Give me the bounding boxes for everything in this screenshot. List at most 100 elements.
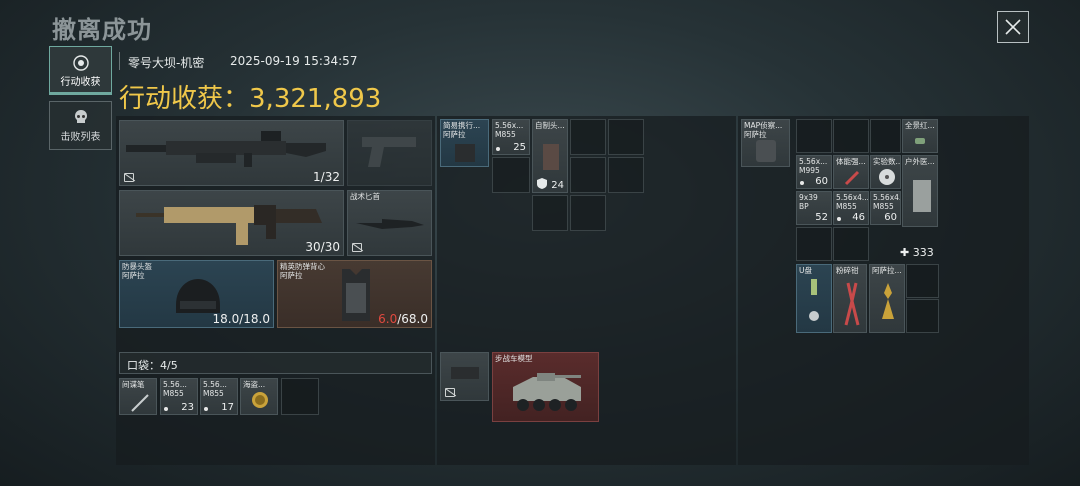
pen-icon — [131, 394, 149, 412]
item-label: 5.56x4...M855 — [873, 193, 900, 211]
usb-icon — [811, 279, 817, 295]
ifv-model-icon — [513, 373, 581, 411]
backpack-item[interactable]: MAP侦察... 阿萨拉 — [741, 119, 790, 167]
item-count: 46 — [852, 212, 865, 223]
item-label: 简易携行... 阿萨拉 — [443, 121, 481, 139]
item-count: 17 — [221, 402, 234, 413]
tab-label: 击败列表 — [60, 132, 101, 143]
item-label: 体能强... — [836, 157, 866, 166]
backpack-slot[interactable] — [440, 352, 489, 401]
disc-icon — [879, 169, 895, 185]
close-button[interactable] — [997, 11, 1029, 43]
scope-icon — [915, 138, 925, 144]
medkit-icon — [913, 180, 931, 212]
empty-slot[interactable] — [570, 195, 606, 231]
empty-slot[interactable] — [570, 157, 606, 193]
coin-icon — [252, 392, 268, 408]
item-label: 防暴头盔 阿萨拉 — [122, 262, 152, 280]
backpack-item[interactable]: 9x39 BP 52 — [796, 191, 832, 225]
empty-slot[interactable] — [833, 227, 869, 261]
backpack-capacity: ✚ 333 — [900, 246, 934, 259]
tab-kill-list[interactable]: 击败列表 — [49, 101, 112, 150]
armor-durability: 6.0/68.0 — [378, 312, 428, 326]
backpack-item[interactable]: 粉碎钳 — [833, 264, 867, 333]
backpack-item[interactable]: 步战车模型 — [492, 352, 599, 422]
item-label: 步战车模型 — [495, 354, 533, 363]
item-label: 全景红... — [905, 121, 935, 130]
backpack-item[interactable]: U盘 — [796, 264, 832, 333]
syringe-icon — [844, 170, 860, 186]
backpack-item[interactable]: 5.56x4...M85560 — [870, 191, 901, 225]
rig-icon — [455, 144, 475, 162]
pocket-header: 口袋：4/5 — [119, 352, 432, 374]
empty-slot[interactable] — [608, 119, 644, 155]
ammo-dot-icon — [204, 407, 208, 411]
backpack-item[interactable]: 户外医... — [902, 155, 938, 227]
close-icon — [1005, 19, 1021, 35]
empty-slot[interactable] — [833, 119, 869, 153]
pistol-slot[interactable] — [347, 120, 432, 186]
haul-value: 3,321,893 — [249, 84, 382, 114]
helmet-slot[interactable]: 防暴头盔 阿萨拉 18.0/18.0 — [119, 260, 274, 328]
item-label: 户外医... — [905, 157, 935, 166]
item-count: 25 — [513, 142, 526, 153]
secondary-ammo: 30/30 — [305, 240, 340, 254]
item-label: 阿萨拉... — [872, 266, 902, 275]
melee-slot[interactable]: 战术匕首 — [347, 190, 432, 256]
backpack-item[interactable]: 体能强... — [833, 155, 869, 189]
empty-slot[interactable] — [906, 299, 939, 333]
backpack-item[interactable]: 实验数... — [870, 155, 901, 189]
pocket-item[interactable]: 间谍笔 — [119, 378, 157, 415]
map-name: 零号大坝-机密 — [128, 56, 205, 70]
bag-icon — [543, 144, 559, 170]
no-carry-icon — [124, 173, 134, 182]
item-count: 60 — [884, 212, 897, 223]
haul-label: 行动收获： — [119, 84, 250, 114]
chest-rig-item[interactable]: 简易携行... 阿萨拉 — [440, 119, 489, 167]
item-label: 战术匕首 — [350, 192, 380, 201]
empty-slot[interactable] — [570, 119, 606, 155]
empty-slot[interactable] — [796, 227, 832, 261]
pocket-label: 口袋：4/5 — [127, 359, 178, 372]
tab-action-haul[interactable]: 行动收获 — [49, 46, 112, 95]
pocket-item[interactable]: 5.56... M855 17 — [200, 378, 238, 415]
secondary-weapon-slot[interactable]: 30/30 — [119, 190, 344, 256]
pocket-empty-slot[interactable] — [281, 378, 319, 415]
primary-weapon-slot[interactable]: 1/32 — [119, 120, 344, 186]
target-icon — [73, 55, 89, 71]
empty-slot[interactable] — [532, 195, 568, 231]
backpack-item[interactable]: 5.56x4... M855 46 — [833, 191, 869, 225]
empty-slot[interactable] — [796, 119, 832, 153]
item-label: 5.56x4...M855 — [836, 193, 869, 211]
chest-rig-item[interactable]: 自制头... 24 — [532, 119, 568, 193]
tab-label: 行动收获 — [60, 77, 101, 88]
pocket-item[interactable]: 5.56... M855 23 — [160, 378, 198, 415]
ammo-dot-icon — [496, 147, 500, 151]
pistol-icon — [362, 137, 416, 167]
knife-icon — [356, 219, 424, 229]
empty-slot[interactable] — [608, 157, 644, 193]
backpack-item[interactable]: 全景红... — [902, 119, 938, 153]
backpack-item[interactable]: 阿萨拉... — [869, 264, 905, 333]
item-count: 60 — [815, 176, 828, 187]
ewer-icon — [882, 283, 894, 319]
helmet-durability: 18.0/18.0 — [212, 312, 270, 326]
item-count: 52 — [815, 212, 828, 223]
ammo-dot-icon — [164, 407, 168, 411]
item-label: 5.56x... M855 — [495, 121, 524, 139]
item-label: MAP侦察... 阿萨拉 — [744, 121, 783, 139]
item-label: U盘 — [799, 266, 812, 275]
empty-slot[interactable] — [492, 157, 530, 193]
pocket-item[interactable]: 海盗... — [240, 378, 278, 415]
item-label: 实验数... — [873, 157, 901, 166]
armor-slot[interactable]: 精英防弹背心 阿萨拉 6.0/68.0 — [277, 260, 432, 328]
item-label: 自制头... — [535, 121, 565, 130]
item-count: 24 — [551, 180, 564, 191]
item-label: 精英防弹背心 阿萨拉 — [280, 262, 325, 280]
item-label: 5.56... M855 — [203, 380, 227, 398]
empty-slot[interactable] — [906, 264, 939, 298]
chest-rig-item[interactable]: 5.56x... M855 25 — [492, 119, 530, 155]
divider — [119, 52, 120, 70]
backpack-item[interactable]: 5.56x... M995 60 — [796, 155, 832, 189]
empty-slot[interactable] — [870, 119, 901, 153]
